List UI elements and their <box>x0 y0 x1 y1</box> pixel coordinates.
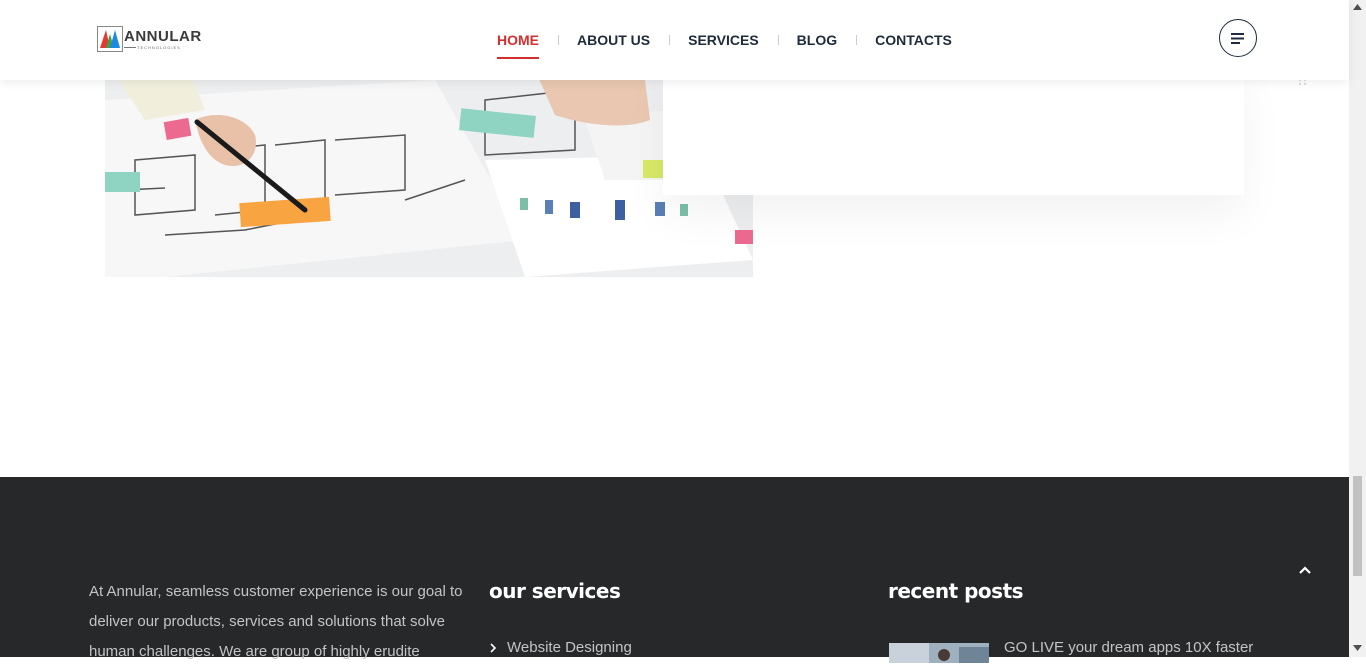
footer-service-label: Website Designing <box>507 639 632 656</box>
hamburger-icon <box>1231 32 1244 44</box>
footer-services-heading: our services <box>489 579 621 603</box>
scroll-up-arrow-icon[interactable] <box>1353 4 1362 10</box>
post-thumbnail-image <box>889 643 989 663</box>
brand-logo[interactable]: ANNULAR TECHNOLOGIES <box>97 26 212 54</box>
brand-tagline: TECHNOLOGIES <box>137 45 181 50</box>
nav-item-about-us[interactable]: ABOUT US <box>558 0 669 80</box>
scrollbar-thumb[interactable] <box>1353 476 1362 576</box>
nav-item-contacts[interactable]: CONTACTS <box>856 0 971 80</box>
brand-name: ANNULAR <box>124 28 202 45</box>
site-header: ANNULAR TECHNOLOGIES HOME ABOUT US SERVI… <box>0 0 1349 80</box>
page-scrollbar[interactable] <box>1349 0 1366 657</box>
nav-item-blog[interactable]: BLOG <box>777 0 856 80</box>
chevron-right-icon <box>490 642 497 653</box>
recent-post-title[interactable]: GO LIVE your dream apps 10X faster <box>1004 639 1253 656</box>
logo-mark-icon <box>97 26 123 52</box>
workspace-photo <box>105 60 753 277</box>
logo-divider <box>124 47 136 48</box>
content-card <box>663 60 1244 195</box>
recent-post-thumbnail[interactable] <box>889 643 989 663</box>
workspace-illustration <box>105 60 753 277</box>
back-to-top-button[interactable] <box>1298 562 1312 580</box>
site-footer: At Annular, seamless customer experience… <box>0 477 1349 663</box>
footer-about-text: At Annular, seamless customer experience… <box>89 583 463 660</box>
footer-posts-heading: recent posts <box>888 579 1024 603</box>
chevron-up-icon <box>1299 566 1311 574</box>
footer-service-link[interactable]: Website Designing <box>489 639 632 656</box>
scroll-down-arrow-icon[interactable] <box>1353 645 1362 651</box>
main-nav: HOME ABOUT US SERVICES BLOG CONTACTS <box>478 0 971 80</box>
nav-item-services[interactable]: SERVICES <box>669 0 778 80</box>
nav-item-home[interactable]: HOME <box>478 0 558 80</box>
menu-toggle-button[interactable] <box>1219 19 1257 57</box>
